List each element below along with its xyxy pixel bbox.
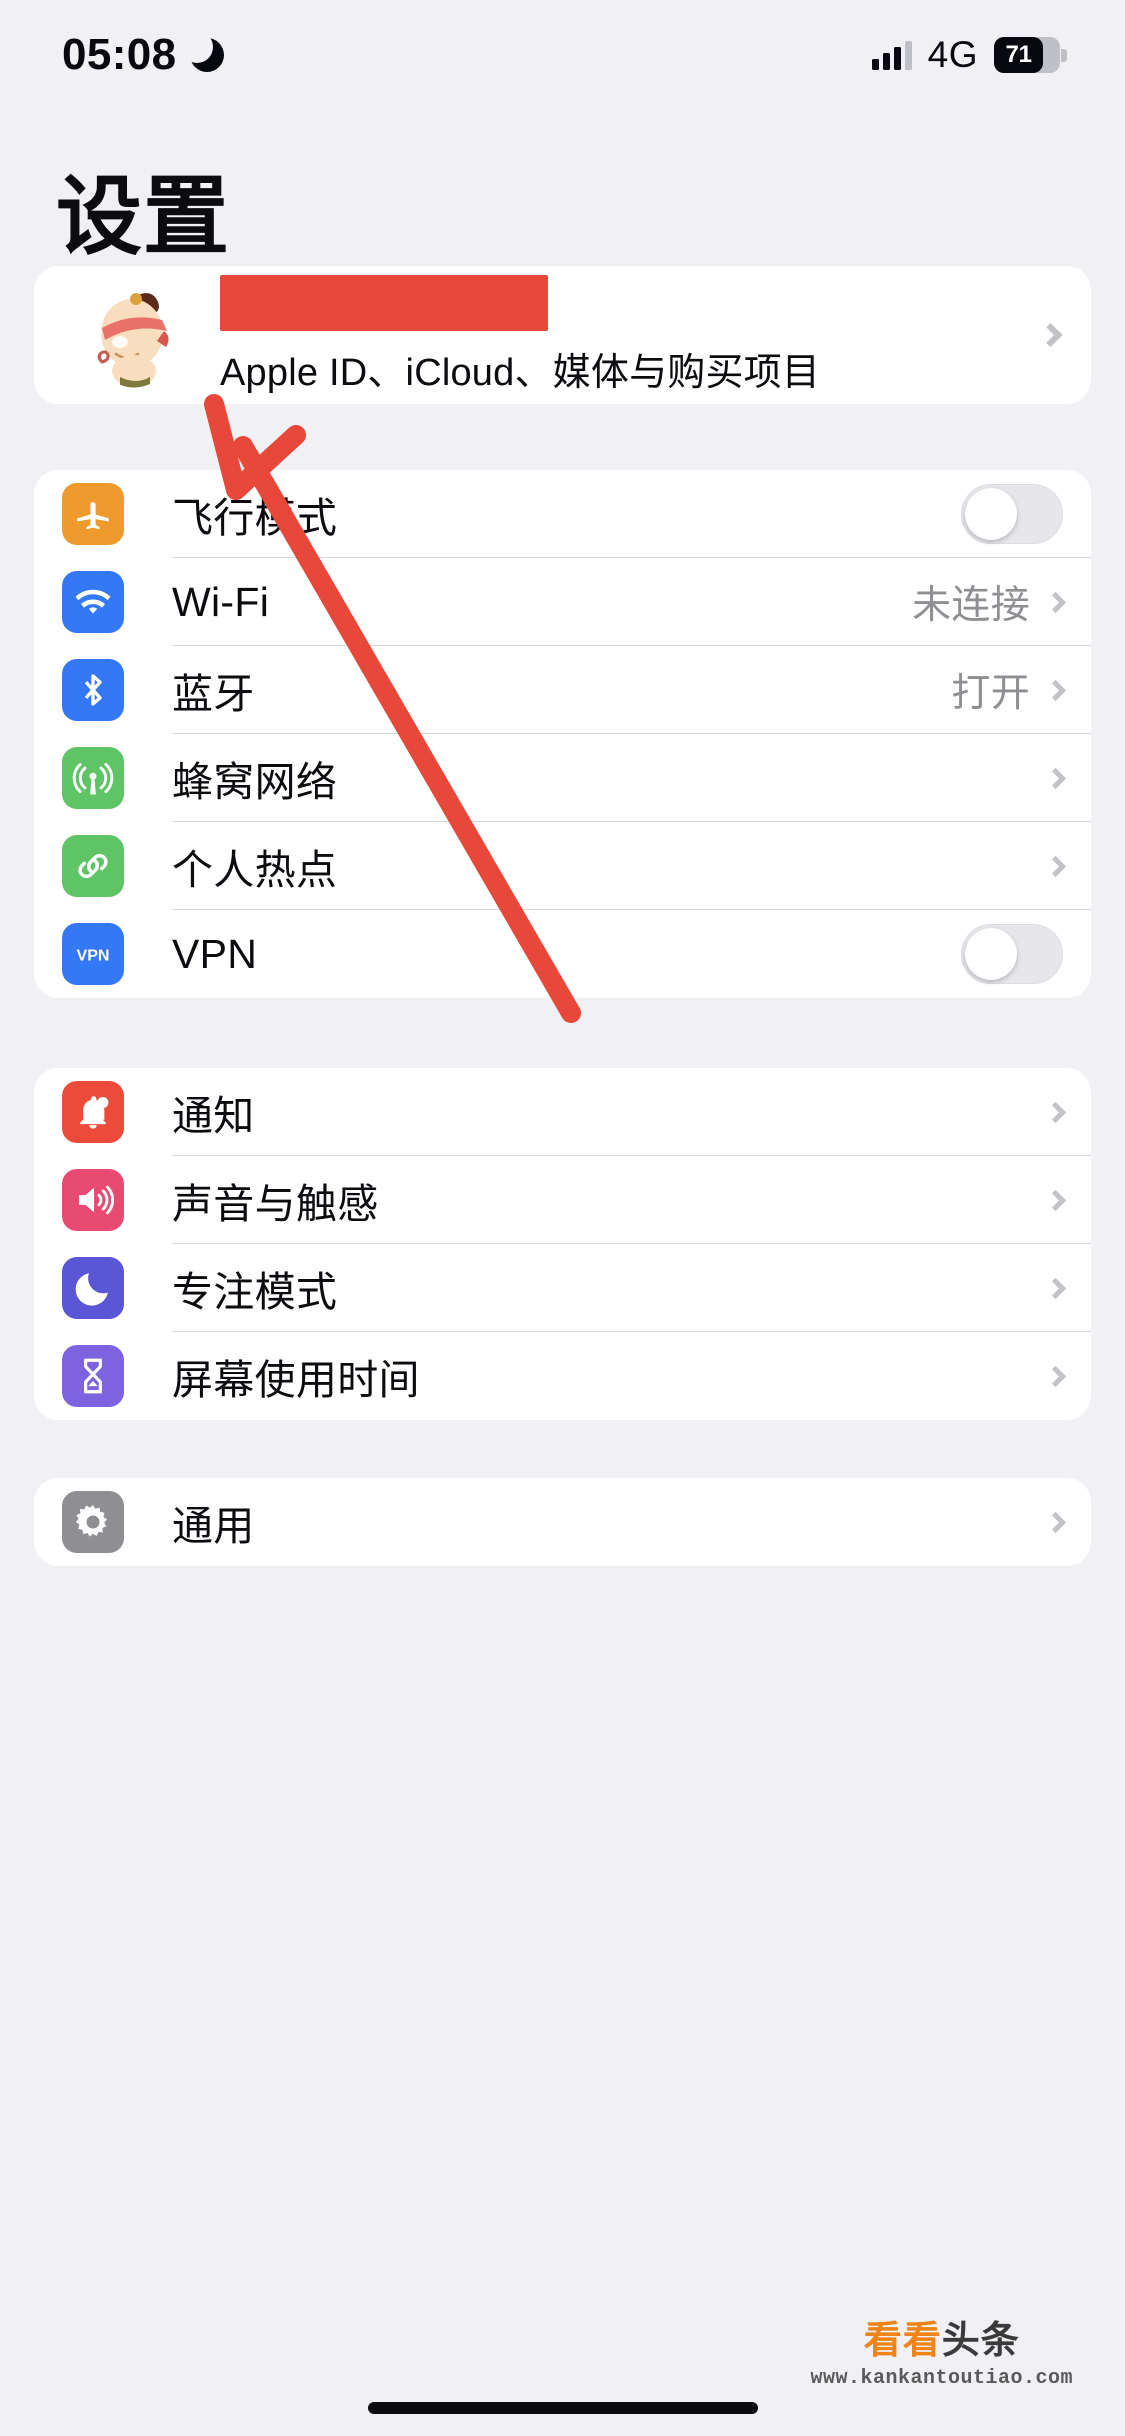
settings-row-value: 打开 <box>951 672 1030 715</box>
bluetooth-icon <box>62 659 124 721</box>
status-bar-left: 05:08 <box>62 30 224 80</box>
settings-row-value: 未连接 <box>912 584 1030 627</box>
toggle-knob <box>965 488 1017 540</box>
toggle-switch[interactable] <box>961 924 1063 984</box>
toggle-knob <box>965 928 1017 980</box>
network-type-label: 4G <box>927 34 978 75</box>
chevron-right-icon <box>1044 855 1067 877</box>
settings-row-accessory <box>1044 1511 1067 1533</box>
chevron-right-icon <box>1044 591 1067 613</box>
settings-row-accessory: 未连接 <box>912 574 1067 630</box>
crescent-moon-icon <box>180 31 224 72</box>
svg-text:VPN: VPN <box>76 947 109 965</box>
settings-row-accessory: 打开 <box>951 662 1067 718</box>
settings-row-label: 个人热点 <box>172 847 338 893</box>
settings-row-label: 声音与触感 <box>172 1181 379 1227</box>
battery-icon: 71 <box>994 37 1067 73</box>
settings-row-accessory <box>1044 1365 1067 1387</box>
settings-row-connectivity-0[interactable]: 飞行模式 <box>34 470 1091 558</box>
hourglass-icon <box>62 1345 124 1407</box>
settings-row-accessory <box>1044 855 1067 877</box>
settings-row-alerts-0[interactable]: 通知 <box>34 1068 1091 1156</box>
chevron-right-icon <box>1038 322 1063 348</box>
chevron-right-icon <box>1044 1511 1067 1533</box>
account-name-redaction <box>220 274 548 331</box>
moon-focus-icon <box>62 1257 124 1319</box>
apple-id-row[interactable]: Apple ID、iCloud、媒体与购买项目 <box>34 266 1091 404</box>
gear-icon <box>62 1491 124 1553</box>
battery-percent-label: 71 <box>1005 41 1032 68</box>
cellular-tower-icon <box>62 747 124 809</box>
settings-row-label: 通知 <box>172 1093 255 1139</box>
chevron-right-icon <box>1044 767 1067 789</box>
hotspot-link-icon <box>62 835 124 897</box>
settings-row-accessory <box>961 484 1063 544</box>
settings-group-general: 通用 <box>34 1478 1091 1566</box>
settings-row-label: 通用 <box>172 1503 255 1549</box>
settings-row-accessory <box>961 924 1063 984</box>
settings-row-accessory <box>1044 1277 1067 1299</box>
bell-icon <box>62 1081 124 1143</box>
settings-row-label: Wi-Fi <box>172 578 270 625</box>
cellular-signal-icon <box>871 40 912 70</box>
settings-row-alerts-3[interactable]: 屏幕使用时间 <box>34 1332 1091 1420</box>
settings-group-alerts: 通知声音与触感专注模式屏幕使用时间 <box>34 1068 1091 1420</box>
settings-group-connectivity: 飞行模式 Wi-Fi 未连接蓝牙 打开蜂窝网络个人热点 VPN VPN <box>34 470 1091 998</box>
watermark-brand-part1: 看看 <box>863 2320 942 2362</box>
settings-row-connectivity-4[interactable]: 个人热点 <box>34 822 1091 910</box>
chevron-right-icon <box>1044 1277 1067 1299</box>
settings-row-accessory <box>1044 767 1067 789</box>
settings-row-alerts-2[interactable]: 专注模式 <box>34 1244 1091 1332</box>
vpn-icon: VPN <box>62 923 124 985</box>
watermark-url: www.kankantoutiao.com <box>810 2367 1073 2390</box>
speaker-icon <box>62 1169 124 1231</box>
settings-screen: 05:08 4G 71 设置 Apple ID、iCloud、媒体与购买项目 飞… <box>0 0 1125 2436</box>
settings-row-label: 飞行模式 <box>172 495 338 541</box>
settings-row-connectivity-1[interactable]: Wi-Fi 未连接 <box>34 558 1091 646</box>
settings-row-accessory <box>1044 1101 1067 1123</box>
toggle-switch[interactable] <box>961 484 1063 544</box>
settings-row-connectivity-5[interactable]: VPN VPN <box>34 910 1091 998</box>
status-bar: 05:08 4G 71 <box>0 0 1125 110</box>
page-title: 设置 <box>56 169 230 265</box>
settings-row-connectivity-3[interactable]: 蜂窝网络 <box>34 734 1091 822</box>
settings-row-general-0[interactable]: 通用 <box>34 1478 1091 1566</box>
apple-id-subtitle: Apple ID、iCloud、媒体与购买项目 <box>220 351 821 394</box>
settings-row-label: 蜂窝网络 <box>172 759 338 805</box>
wifi-icon <box>62 571 124 633</box>
settings-row-label: VPN <box>172 930 258 977</box>
watermark-brand-part2: 头条 <box>941 2320 1020 2362</box>
chevron-right-icon <box>1044 1365 1067 1387</box>
airplane-icon <box>62 483 124 545</box>
avatar <box>76 276 194 394</box>
settings-row-alerts-1[interactable]: 声音与触感 <box>34 1156 1091 1244</box>
chevron-right-icon <box>1044 1101 1067 1123</box>
settings-row-label: 专注模式 <box>172 1269 338 1315</box>
apple-id-card[interactable]: Apple ID、iCloud、媒体与购买项目 <box>34 266 1091 404</box>
chevron-right-icon <box>1044 679 1067 701</box>
watermark: 看看头条 www.kankantoutiao.com <box>810 2322 1073 2390</box>
settings-row-accessory <box>1044 1189 1067 1211</box>
chevron-right-icon <box>1044 1189 1067 1211</box>
settings-row-connectivity-2[interactable]: 蓝牙 打开 <box>34 646 1091 734</box>
status-bar-right: 4G 71 <box>871 34 1067 76</box>
settings-row-label: 蓝牙 <box>172 671 255 717</box>
settings-row-label: 屏幕使用时间 <box>172 1357 420 1403</box>
status-bar-clock: 05:08 <box>62 30 177 79</box>
home-indicator <box>367 2402 758 2414</box>
apple-id-texts: Apple ID、iCloud、媒体与购买项目 <box>220 274 821 396</box>
